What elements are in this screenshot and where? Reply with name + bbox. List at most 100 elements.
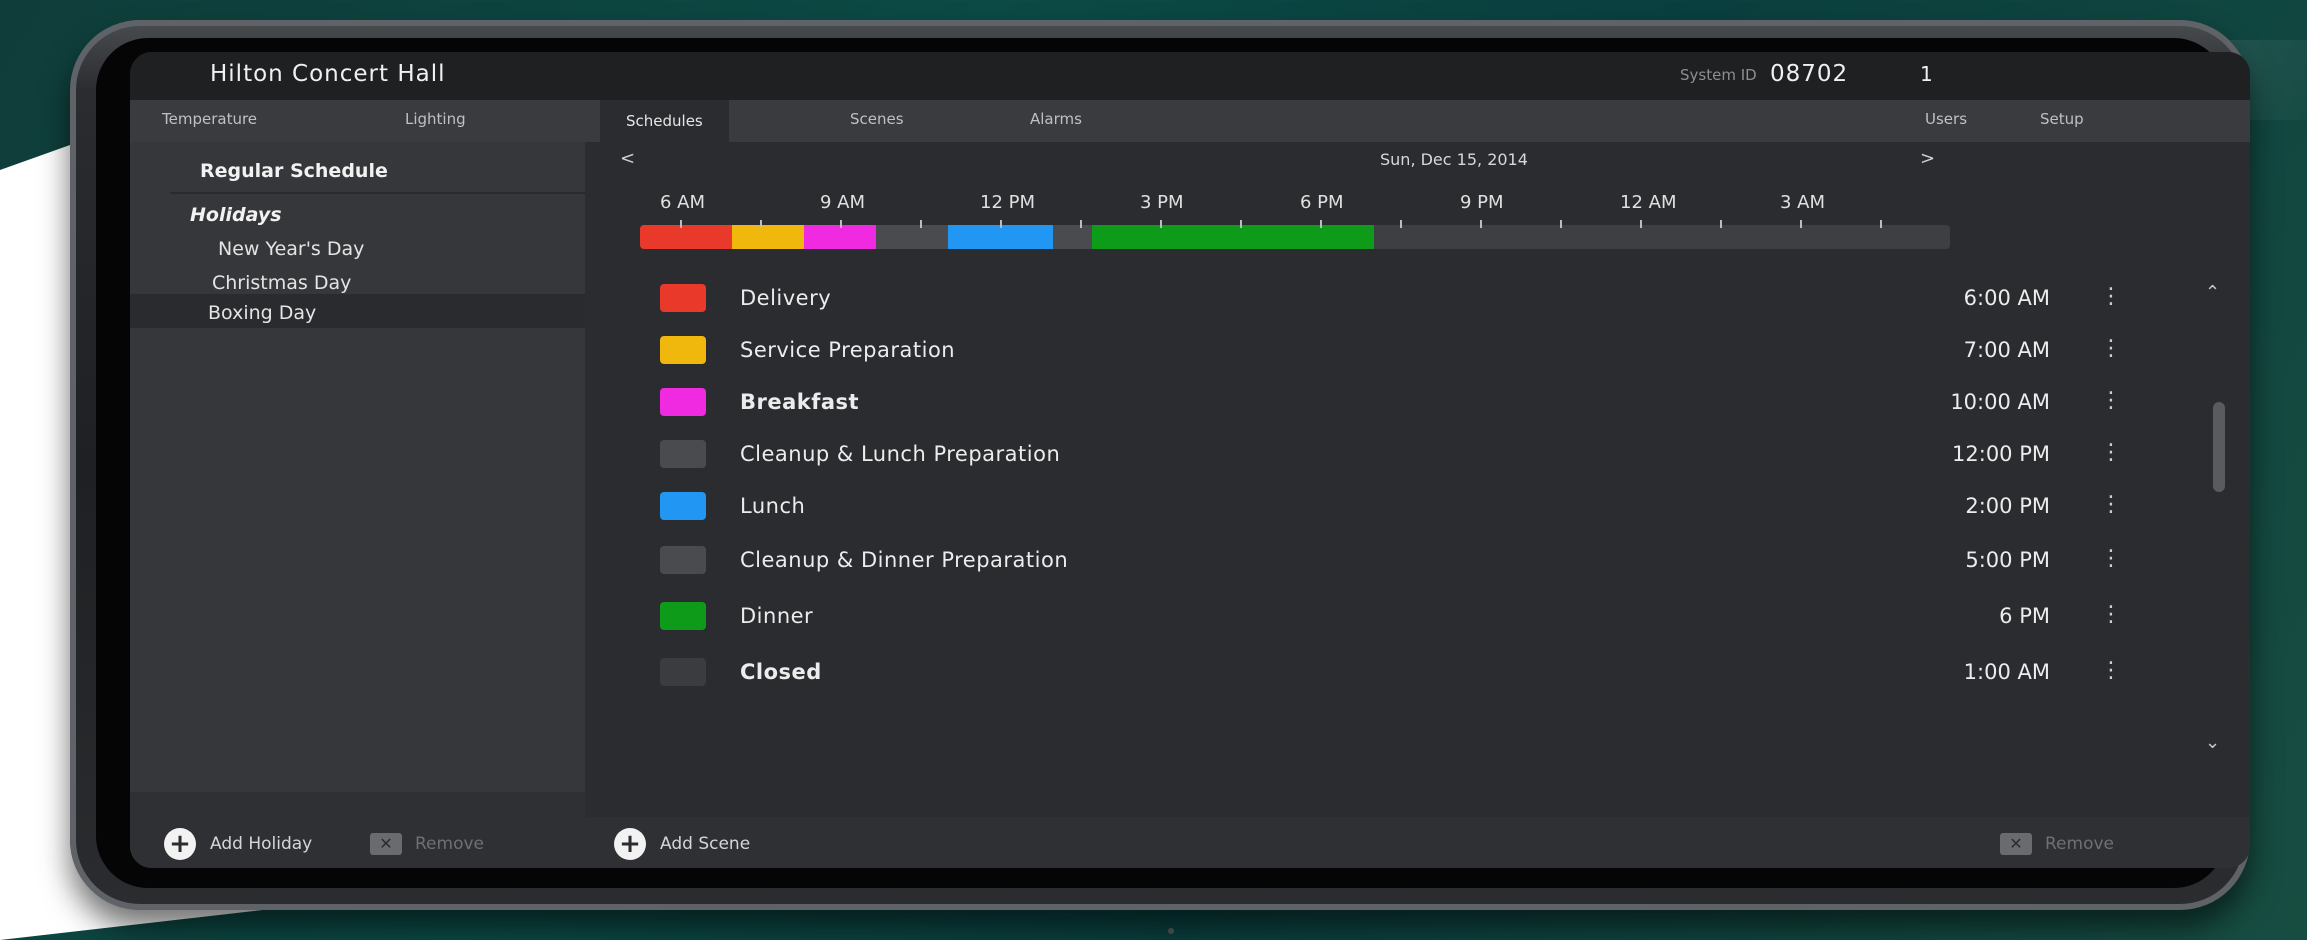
tab-alarms[interactable]: Alarms <box>1030 110 1082 128</box>
event-row[interactable]: Service Preparation 7:00 AM ⋮ <box>600 332 2180 370</box>
event-name: Lunch <box>740 494 806 518</box>
regular-schedule-item[interactable]: Regular Schedule <box>200 160 388 182</box>
bottom-toolbar-left <box>130 792 585 868</box>
timeline-label: 12 AM <box>1620 192 1677 213</box>
event-name: Closed <box>740 660 822 684</box>
event-time: 1:00 AM <box>1963 660 2050 684</box>
timeline-label: 3 AM <box>1780 192 1826 213</box>
timeline-tick <box>1400 220 1402 228</box>
timeline-tick <box>680 220 682 228</box>
timeline-tick <box>1160 220 1162 228</box>
event-row[interactable]: Delivery 6:00 AM ⋮ <box>600 280 2180 318</box>
event-row[interactable]: Lunch 2:00 PM ⋮ <box>600 488 2180 526</box>
timeline-segment <box>1052 225 1092 249</box>
timeline-tick <box>1240 220 1242 228</box>
home-indicator <box>1168 928 1174 934</box>
timeline-tick <box>1080 220 1082 228</box>
remove-icon[interactable]: ✕ <box>370 833 402 855</box>
notification-badge[interactable]: 1 <box>1920 62 1933 86</box>
event-color-swatch <box>660 284 706 312</box>
add-scene-button[interactable]: Add Scene <box>660 834 750 854</box>
event-time: 6 PM <box>1999 604 2050 628</box>
event-color-swatch <box>660 602 706 630</box>
remove-scene-button[interactable]: Remove <box>2045 834 2114 854</box>
timeline-tick <box>920 220 922 228</box>
timeline-tick <box>1800 220 1802 228</box>
holiday-item-christmas-day[interactable]: Christmas Day <box>212 272 351 294</box>
timeline-tick <box>1320 220 1322 228</box>
top-bar: Hilton Concert Hall System ID 08702 1 <box>130 52 2250 100</box>
event-color-swatch <box>660 336 706 364</box>
scroll-thumb[interactable] <box>2213 402 2225 492</box>
timeline-label: 12 PM <box>980 192 1036 213</box>
timeline-label: 9 PM <box>1460 192 1504 213</box>
schedule-list-panel: Regular Schedule Holidays New Year's Day… <box>130 142 585 868</box>
day-timeline: 6 AM 9 AM 12 PM 3 PM 6 PM 9 PM 12 AM 3 A… <box>600 182 2250 272</box>
prev-day-button[interactable]: < <box>620 148 635 169</box>
add-holiday-icon[interactable]: + <box>164 828 196 860</box>
more-vertical-icon[interactable]: ⋮ <box>2100 546 2122 571</box>
tab-lighting[interactable]: Lighting <box>405 110 466 128</box>
tab-schedules[interactable]: Schedules <box>600 100 729 142</box>
remove-icon[interactable]: ✕ <box>2000 833 2032 855</box>
timeline-tick <box>1560 220 1562 228</box>
event-time: 5:00 PM <box>1965 548 2050 572</box>
tab-temperature[interactable]: Temperature <box>162 110 257 128</box>
tab-users[interactable]: Users <box>1925 110 1967 128</box>
more-vertical-icon[interactable]: ⋮ <box>2100 658 2122 683</box>
current-date: Sun, Dec 15, 2014 <box>1380 150 1528 169</box>
system-id-label: System ID <box>1680 66 1757 84</box>
event-name: Breakfast <box>740 390 860 414</box>
remove-holiday-button[interactable]: Remove <box>415 834 484 854</box>
schedule-events-list: Delivery 6:00 AM ⋮ Service Preparation 7… <box>600 272 2200 792</box>
chevron-up-icon[interactable]: ⌃ <box>2205 282 2220 303</box>
event-color-swatch <box>660 658 706 686</box>
event-name: Service Preparation <box>740 338 956 362</box>
event-time: 7:00 AM <box>1963 338 2050 362</box>
system-id-value: 08702 <box>1770 61 1849 87</box>
list-scrollbar[interactable]: ⌃ ⌄ <box>2205 282 2231 762</box>
date-navigator: < Sun, Dec 15, 2014 > <box>600 142 2250 182</box>
timeline-tick <box>1000 220 1002 228</box>
tab-scenes[interactable]: Scenes <box>850 110 904 128</box>
add-holiday-button[interactable]: Add Holiday <box>210 834 312 854</box>
more-vertical-icon[interactable]: ⋮ <box>2100 284 2122 309</box>
venue-title: Hilton Concert Hall <box>210 61 446 87</box>
event-row[interactable]: Cleanup & Lunch Preparation 12:00 PM ⋮ <box>600 436 2180 474</box>
timeline-tick <box>1880 220 1882 228</box>
event-row[interactable]: Closed 1:00 AM ⋮ <box>600 654 2180 692</box>
timeline-segment <box>875 225 948 249</box>
timeline-segment <box>803 225 876 249</box>
more-vertical-icon[interactable]: ⋮ <box>2100 492 2122 517</box>
add-scene-icon[interactable]: + <box>614 828 646 860</box>
event-name: Cleanup & Dinner Preparation <box>740 548 1069 572</box>
event-color-swatch <box>660 546 706 574</box>
event-time: 6:00 AM <box>1963 286 2050 310</box>
timeline-track[interactable] <box>640 225 1950 249</box>
holiday-item-new-years-day[interactable]: New Year's Day <box>218 238 364 260</box>
tab-setup[interactable]: Setup <box>2040 110 2084 128</box>
chevron-down-icon[interactable]: ⌄ <box>2205 732 2220 753</box>
event-name: Dinner <box>740 604 814 628</box>
selected-row-highlight <box>130 294 585 328</box>
next-day-button[interactable]: > <box>1920 148 1935 169</box>
timeline-segment <box>731 225 804 249</box>
timeline-segment <box>1091 225 1374 249</box>
timeline-label: 3 PM <box>1140 192 1184 213</box>
event-time: 10:00 AM <box>1950 390 2050 414</box>
event-row[interactable]: Cleanup & Dinner Preparation 5:00 PM ⋮ <box>600 542 2180 580</box>
main-tabs: Schedules Scenes Alarms Users Setup <box>600 100 2250 142</box>
more-vertical-icon[interactable]: ⋮ <box>2100 440 2122 465</box>
holiday-item-boxing-day[interactable]: Boxing Day <box>208 302 316 324</box>
event-color-swatch <box>660 440 706 468</box>
timeline-label: 9 AM <box>820 192 866 213</box>
event-row[interactable]: Dinner 6 PM ⋮ <box>600 598 2180 636</box>
more-vertical-icon[interactable]: ⋮ <box>2100 602 2122 627</box>
more-vertical-icon[interactable]: ⋮ <box>2100 388 2122 413</box>
more-vertical-icon[interactable]: ⋮ <box>2100 336 2122 361</box>
event-name: Cleanup & Lunch Preparation <box>740 442 1061 466</box>
left-tabs: Temperature Lighting <box>130 100 600 142</box>
timeline-tick <box>1720 220 1722 228</box>
divider <box>170 192 585 194</box>
event-row[interactable]: Breakfast 10:00 AM ⋮ <box>600 384 2180 422</box>
